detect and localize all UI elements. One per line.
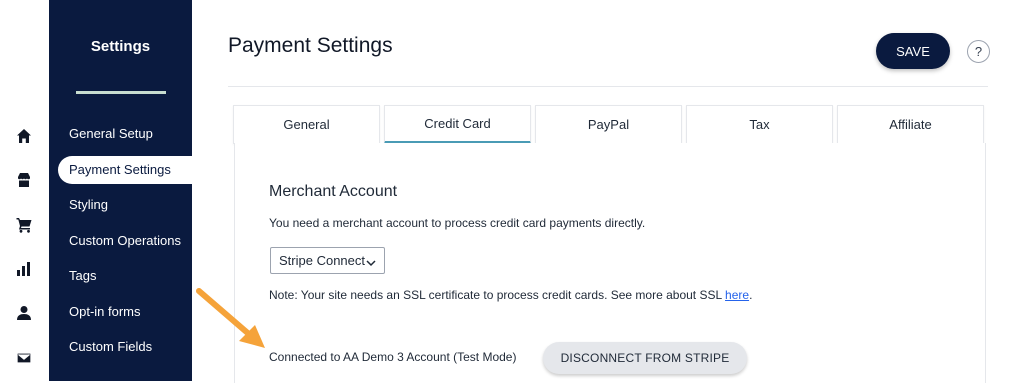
icon-rail xyxy=(0,0,49,381)
sidebar-title: Settings xyxy=(90,38,151,55)
page-title: Payment Settings xyxy=(228,34,393,57)
save-button[interactable]: SAVE xyxy=(876,33,950,69)
ssl-note: Note: Your site needs an SSL certificate… xyxy=(269,288,752,302)
sidebar-item-opt-in-forms[interactable]: Opt-in forms xyxy=(49,298,192,326)
home-icon[interactable] xyxy=(15,127,33,145)
help-button[interactable]: ? xyxy=(967,40,990,63)
stripe-connected-status: Connected to AA Demo 3 Account (Test Mod… xyxy=(269,350,517,364)
chart-icon[interactable] xyxy=(15,260,33,278)
sidebar-item-payment-settings[interactable]: Payment Settings xyxy=(58,156,192,184)
tab-paypal[interactable]: PayPal xyxy=(535,105,682,144)
payment-tabs: General Credit Card PayPal Tax Affiliate xyxy=(233,105,984,144)
tab-tax[interactable]: Tax xyxy=(686,105,833,144)
chevron-down-icon xyxy=(366,256,376,267)
sidebar-item-styling[interactable]: Styling xyxy=(49,191,192,219)
header-divider xyxy=(228,86,988,87)
merchant-select-value: Stripe Connect xyxy=(279,253,365,268)
user-icon[interactable] xyxy=(15,304,33,322)
mail-icon[interactable] xyxy=(15,349,33,367)
settings-sidebar: Settings General Setup Payment Settings … xyxy=(49,0,192,381)
sidebar-item-custom-fields[interactable]: Custom Fields xyxy=(49,333,192,361)
tab-general[interactable]: General xyxy=(233,105,380,144)
merchant-select[interactable]: Stripe Connect xyxy=(270,247,385,274)
merchant-description: You need a merchant account to process c… xyxy=(269,216,646,230)
sidebar-item-custom-operations[interactable]: Custom Operations xyxy=(49,227,192,255)
ssl-note-text: Note: Your site needs an SSL certificate… xyxy=(269,288,726,302)
sidebar-item-general-setup[interactable]: General Setup xyxy=(49,120,192,148)
cart-icon[interactable] xyxy=(15,216,33,234)
ssl-note-suffix: . xyxy=(749,288,753,302)
merchant-account-heading: Merchant Account xyxy=(269,183,398,200)
store-icon[interactable] xyxy=(15,171,33,189)
sidebar-divider xyxy=(76,91,166,94)
ssl-here-link[interactable]: here xyxy=(725,288,749,302)
sidebar-item-tags[interactable]: Tags xyxy=(49,262,192,290)
tab-credit-card[interactable]: Credit Card xyxy=(384,105,531,144)
annotation-arrow xyxy=(196,288,265,348)
tab-affiliate[interactable]: Affiliate xyxy=(837,105,984,144)
disconnect-stripe-button[interactable]: DISCONNECT FROM STRIPE xyxy=(543,342,747,374)
